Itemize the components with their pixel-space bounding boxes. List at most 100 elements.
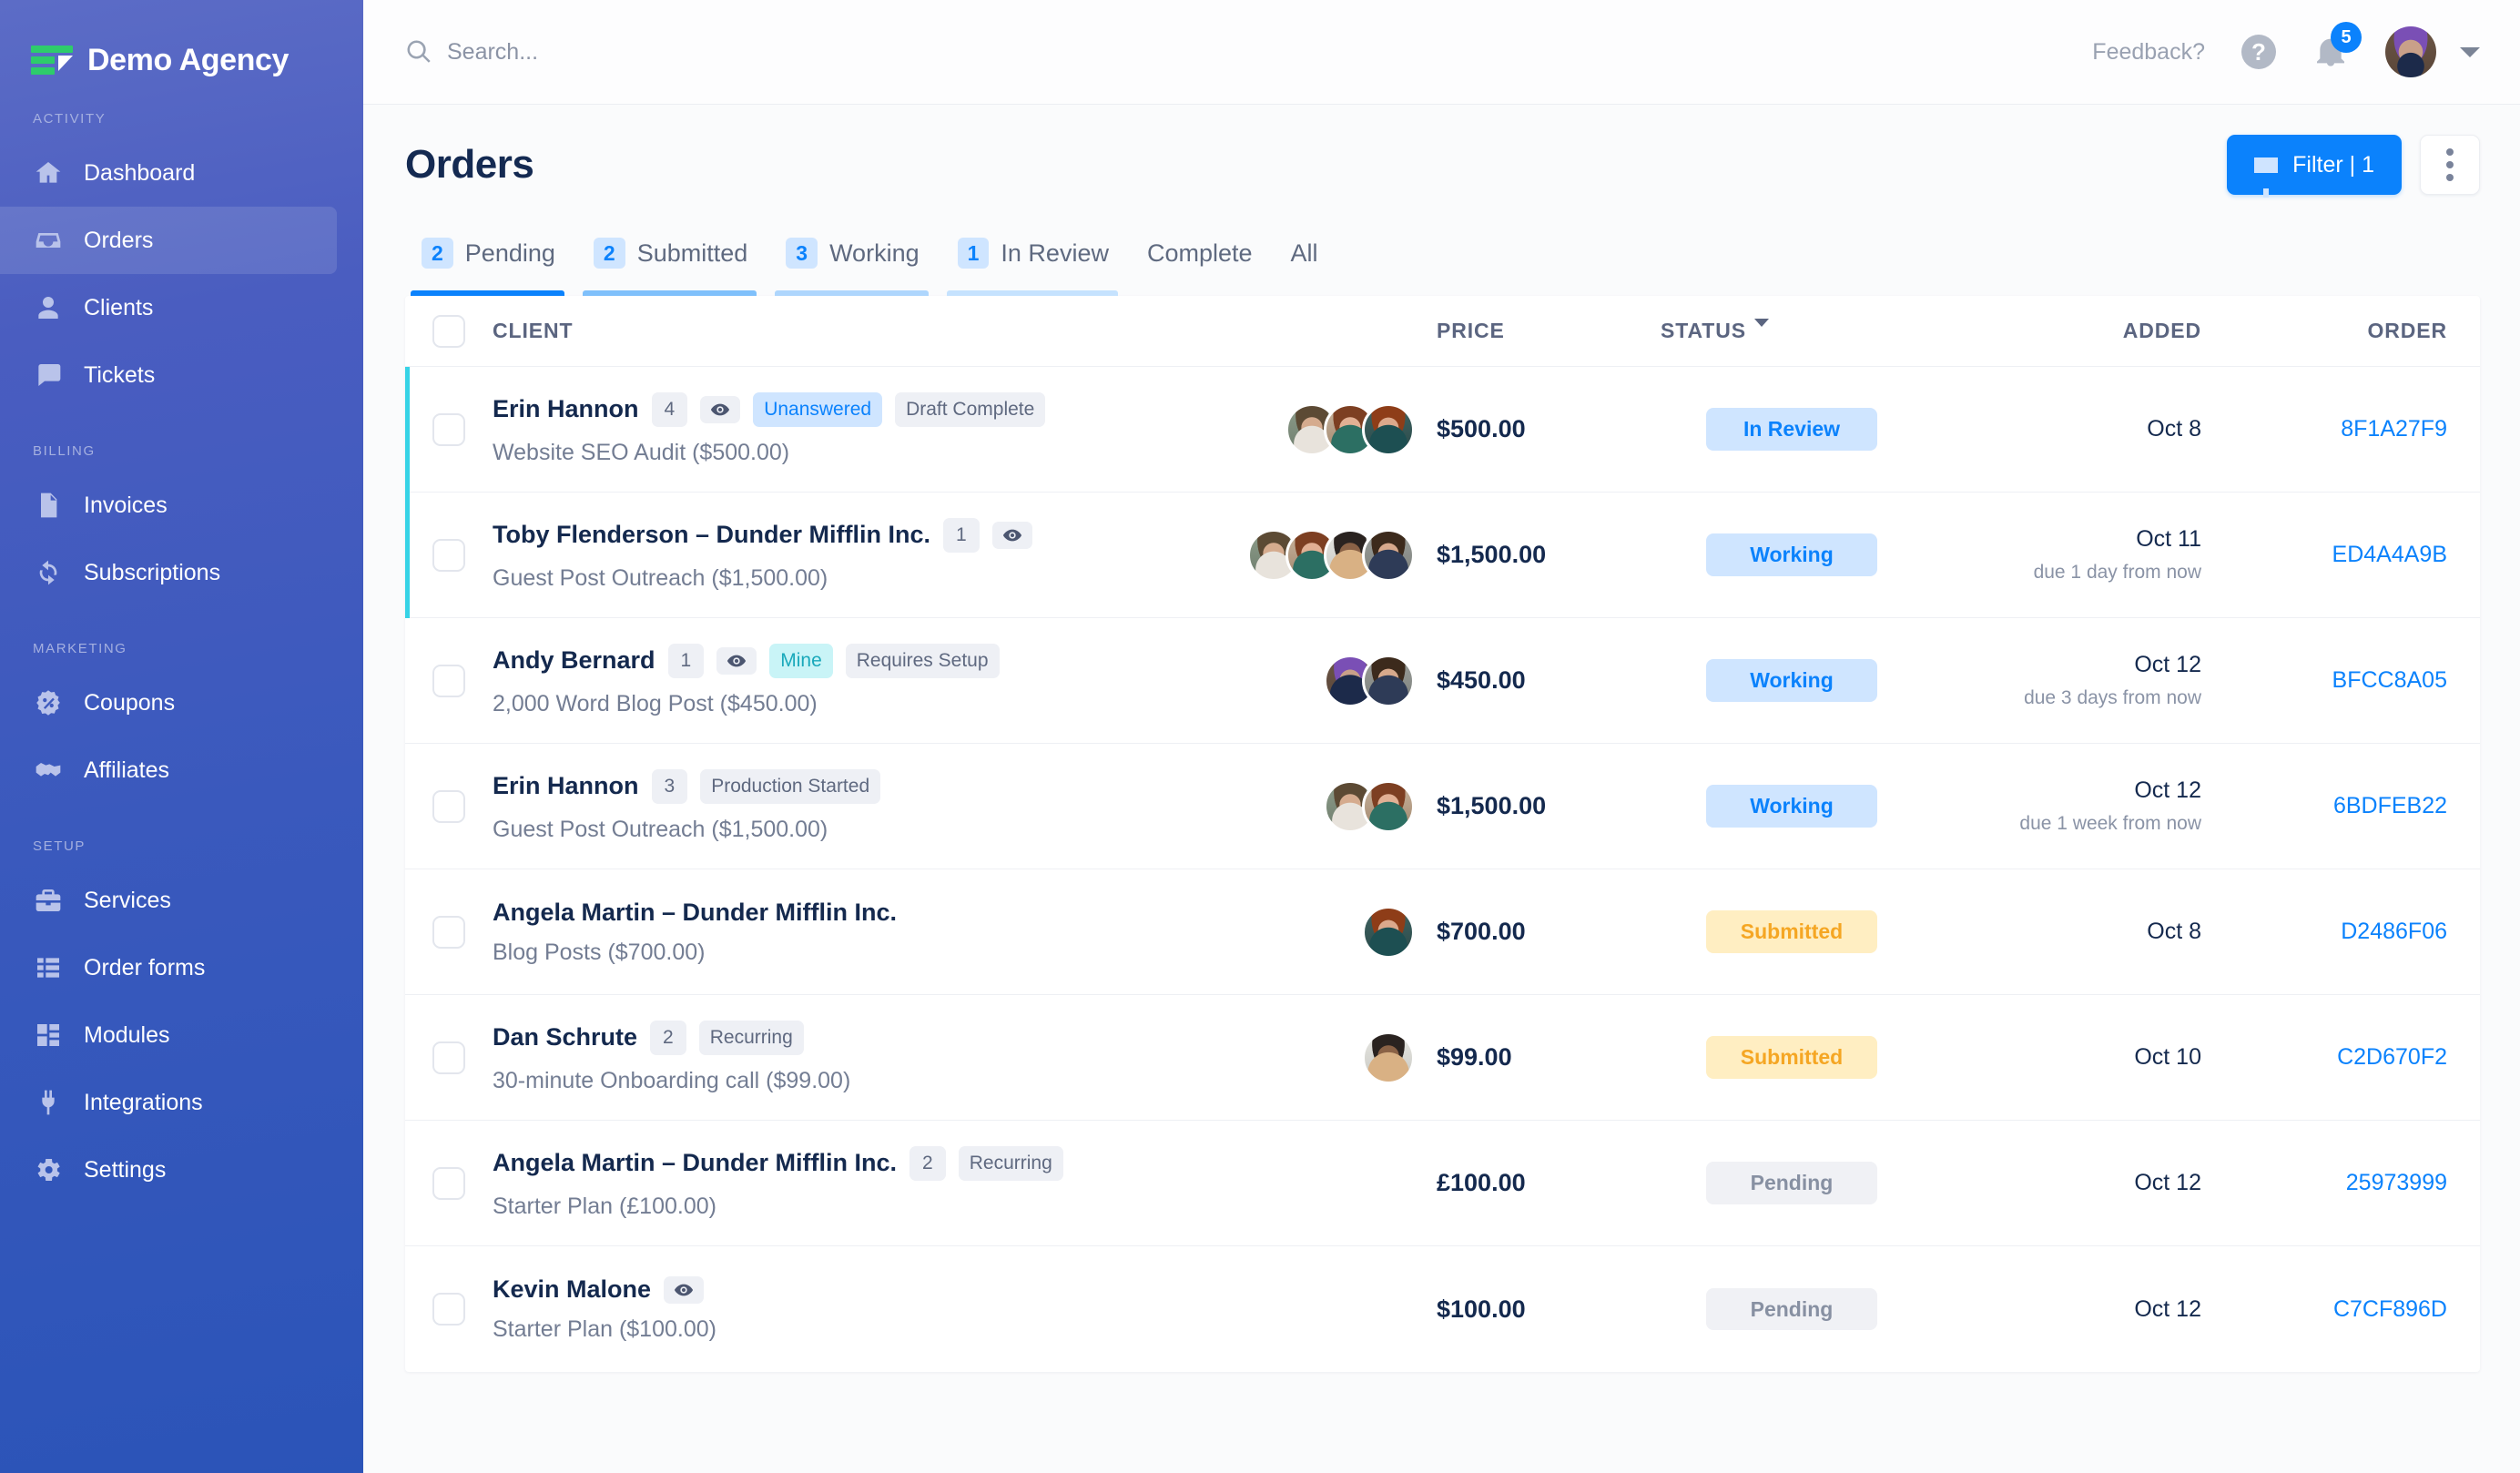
row-checkbox[interactable] [432,1167,465,1200]
order-id-link[interactable]: BFCC8A05 [2332,667,2447,693]
chevron-down-icon[interactable] [2460,47,2480,57]
eye-icon[interactable] [664,1276,704,1304]
order-cell: C2D670F2 [2201,1044,2447,1071]
column-header-status[interactable]: STATUS [1655,319,1928,343]
tab-count-badge: 1 [958,238,990,269]
select-all-checkbox[interactable] [432,315,465,348]
row-checkbox[interactable] [432,916,465,949]
sidebar-item-order-forms[interactable]: Order forms [0,934,337,1001]
row-select-cell [405,1167,493,1200]
service-name: 2,000 Word Blog Post ($450.00) [493,691,1209,717]
main-area: Feedback? ? 5 Orders Filter | 1 [363,0,2520,1473]
client-name-row: Kevin Malone [493,1275,1209,1304]
sidebar-item-label: Affiliates [84,757,169,784]
help-icon[interactable]: ? [2241,35,2276,69]
client-name: Andy Bernard [493,646,655,675]
table-row[interactable]: Erin Hannon4UnansweredDraft CompleteWebs… [405,367,2480,493]
filter-icon [2254,157,2278,173]
assignee-avatars [1209,780,1437,833]
filter-button[interactable]: Filter | 1 [2227,135,2402,195]
order-id-link[interactable]: 8F1A27F9 [2341,416,2447,442]
table-row[interactable]: Kevin MaloneStarter Plan ($100.00)$100.0… [405,1246,2480,1372]
order-id-link[interactable]: C7CF896D [2333,1296,2447,1322]
tab-complete[interactable]: Complete [1131,225,1275,296]
order-id-link[interactable]: 25973999 [2346,1170,2447,1195]
table-row[interactable]: Erin Hannon3Production StartedGuest Post… [405,744,2480,869]
row-checkbox[interactable] [432,1041,465,1074]
client-name-row: Erin Hannon4UnansweredDraft Complete [493,392,1209,426]
table-row[interactable]: Dan Schrute2Recurring30-minute Onboardin… [405,995,2480,1121]
page-title: Orders [405,142,2227,188]
sidebar-item-clients[interactable]: Clients [0,274,337,341]
eye-icon[interactable] [992,522,1032,549]
sidebar-item-label: Integrations [84,1090,203,1116]
order-id-link[interactable]: 6BDFEB22 [2333,793,2447,818]
sidebar-item-tickets[interactable]: Tickets [0,341,337,409]
tab-count-badge: 3 [786,238,818,269]
more-options-button[interactable] [2420,135,2480,195]
sidebar-item-integrations[interactable]: Integrations [0,1069,337,1136]
status-badge: Working [1706,659,1877,702]
row-select-cell [405,1293,493,1326]
search-input[interactable] [447,39,902,66]
brand[interactable]: Demo Agency [0,20,363,84]
tab-in-review[interactable]: 1In Review [941,225,1131,296]
sidebar-item-orders[interactable]: Orders [0,207,337,274]
column-header-added: ADDED [1928,319,2201,343]
table-row[interactable]: Toby Flenderson – Dunder Mifflin Inc.1Gu… [405,493,2480,618]
eye-icon[interactable] [700,396,740,423]
tab-pending[interactable]: 2Pending [405,225,577,296]
assignee-avatar [1362,780,1415,833]
service-name: Guest Post Outreach ($1,500.00) [493,565,1209,592]
eye-icon[interactable] [716,647,757,675]
sidebar-item-dashboard[interactable]: Dashboard [0,139,337,207]
order-id-link[interactable]: D2486F06 [2341,919,2447,944]
tab-submitted[interactable]: 2Submitted [577,225,769,296]
order-id-link[interactable]: C2D670F2 [2337,1044,2447,1070]
client-cell: Andy Bernard1MineRequires Setup 2,000 Wor… [493,644,1209,716]
row-select-cell [405,665,493,697]
search-icon [405,38,432,66]
sidebar-item-subscriptions[interactable]: Subscriptions [0,539,337,606]
notifications-bell-icon[interactable]: 5 [2312,33,2349,71]
price-cell: $1,500.00 [1437,792,1655,820]
row-checkbox[interactable] [432,1293,465,1326]
table-row[interactable]: Angela Martin – Dunder Mifflin Inc.2Recu… [405,1121,2480,1246]
row-checkbox[interactable] [432,790,465,823]
row-checkbox[interactable] [432,413,465,446]
client-name-row: Andy Bernard1MineRequires Setup [493,644,1209,677]
sidebar-item-label: Dashboard [84,160,195,187]
row-badge: 4 [652,392,688,426]
table-row[interactable]: Angela Martin – Dunder Mifflin Inc.Blog … [405,869,2480,995]
user-avatar[interactable] [2385,26,2436,77]
tab-all[interactable]: All [1275,225,1340,296]
row-checkbox[interactable] [432,665,465,697]
status-badge: Working [1706,785,1877,828]
client-name: Kevin Malone [493,1275,651,1304]
added-cell: Oct 8 [1928,416,2201,442]
sidebar-item-settings[interactable]: Settings [0,1136,337,1204]
table-row[interactable]: Andy Bernard1MineRequires Setup 2,000 Wor… [405,618,2480,744]
feedback-link[interactable]: Feedback? [2092,39,2205,66]
search-box[interactable] [405,38,2092,66]
tab-label: Working [829,239,920,268]
client-name: Erin Hannon [493,772,639,800]
tab-count-badge: 2 [422,238,453,269]
sidebar-item-affiliates[interactable]: Affiliates [0,736,337,804]
sidebar-item-invoices[interactable]: Invoices [0,472,337,539]
row-checkbox[interactable] [432,539,465,572]
sidebar-nav: ACTIVITYDashboardOrdersClientsTicketsBIL… [0,111,363,1204]
sidebar-item-modules[interactable]: Modules [0,1001,337,1069]
sidebar-item-services[interactable]: Services [0,867,337,934]
row-badge: 2 [909,1146,946,1180]
order-id-link[interactable]: ED4A4A9B [2332,542,2447,567]
tab-working[interactable]: 3 Working [769,225,940,296]
status-badge: Pending [1706,1288,1877,1331]
price-value: $450.00 [1437,666,1526,694]
client-name: Dan Schrute [493,1023,637,1051]
row-badge: Unanswered [753,392,882,426]
row-badge: Requires Setup [846,644,1000,677]
sidebar-item-coupons[interactable]: Coupons [0,669,337,736]
tab-underline [775,290,928,296]
order-cell: 6BDFEB22 [2201,793,2447,819]
